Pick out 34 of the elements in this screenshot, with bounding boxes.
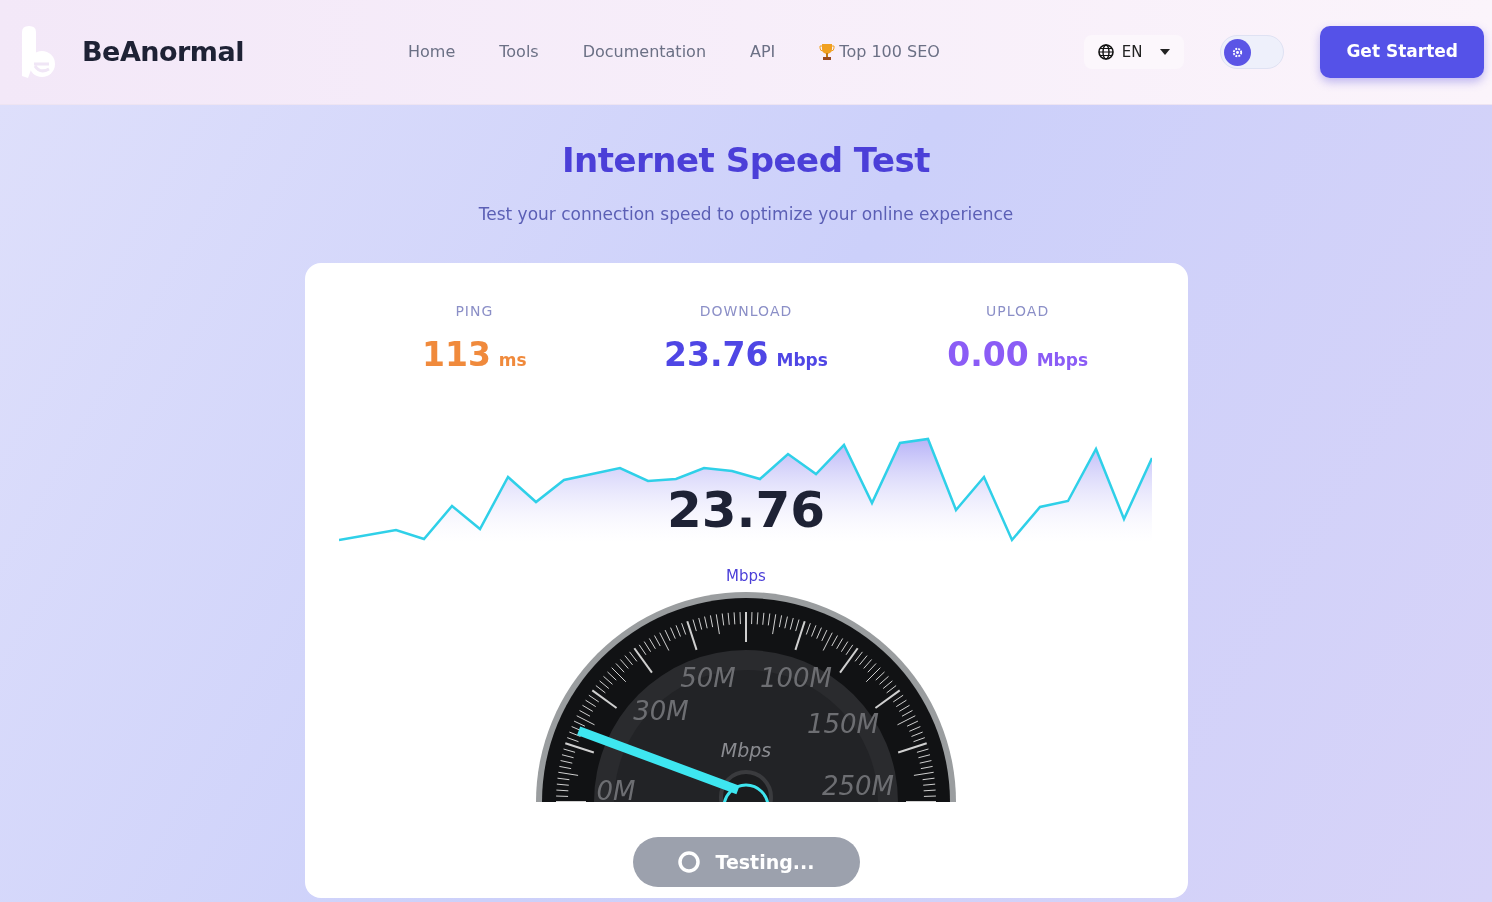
nav-link[interactable]: Documentation	[582, 40, 706, 64]
nav-link[interactable]: API	[750, 40, 776, 64]
gear-icon	[1224, 39, 1252, 66]
nav-link[interactable]: Top 100 SEO	[819, 40, 940, 64]
stat-value: 113	[421, 333, 491, 376]
get-started-button[interactable]: Get Started	[1320, 26, 1484, 78]
gauge-scale-label: 250M	[821, 771, 895, 801]
page-subtitle: Test your connection speed to optimize your online experience	[477, 203, 1015, 226]
nav-link[interactable]: Tools	[499, 40, 539, 64]
gauge-unit-label: Mbps	[720, 739, 772, 761]
trophy-icon	[819, 43, 836, 61]
spinner-icon	[677, 850, 702, 874]
stat-label: UPLOAD	[985, 301, 1051, 321]
stat-unit: ms	[498, 348, 527, 372]
gauge-scale-label: 50M	[680, 663, 736, 693]
theme-toggle[interactable]	[1220, 35, 1285, 69]
brand-name: BeAnormal	[82, 34, 244, 69]
gauge-scale-label: 30M	[633, 696, 689, 726]
language-selector[interactable]: EN	[1083, 34, 1185, 70]
stat-value: 23.76	[664, 333, 769, 376]
stat-unit: Mbps	[776, 348, 828, 372]
speed-unit: Mbps	[726, 567, 766, 585]
gauge-scale-label: 150M	[806, 709, 880, 739]
nav-link[interactable]: Home	[408, 40, 456, 64]
stat-label: PING	[454, 301, 495, 321]
stat-label: DOWNLOAD	[698, 301, 794, 321]
stat-unit: Mbps	[1036, 348, 1089, 372]
caret-icon	[1160, 49, 1171, 55]
gauge-scale-label: 0M	[596, 776, 636, 802]
stat-value: 0.00	[947, 333, 1029, 376]
page-title: Internet Speed Test	[560, 139, 932, 182]
current-speed: 23.76	[666, 481, 826, 539]
globe-icon	[1097, 44, 1114, 60]
gauge-scale-label: 100M	[759, 663, 833, 693]
